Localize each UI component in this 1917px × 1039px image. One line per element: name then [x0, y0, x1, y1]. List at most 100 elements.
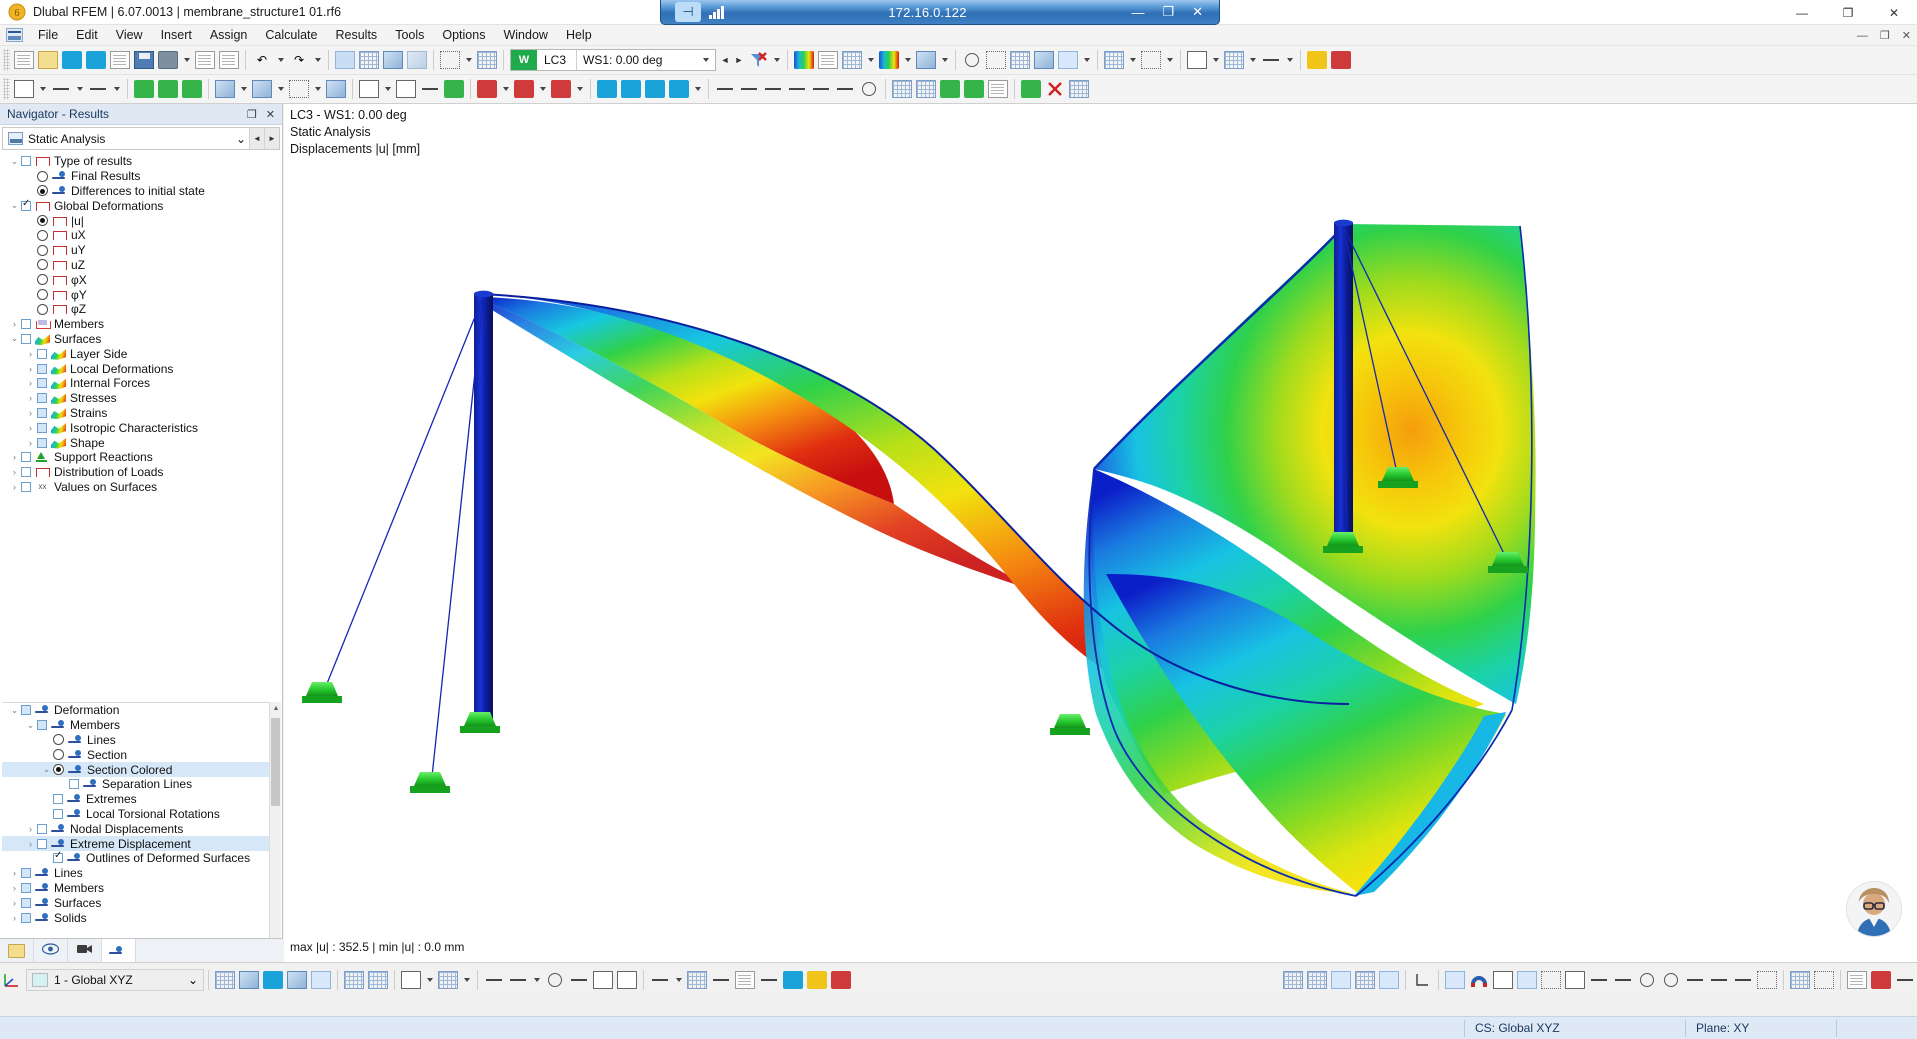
redo-dropdown-button[interactable]	[311, 48, 324, 72]
project-manager-button[interactable]	[108, 48, 132, 72]
tree-row[interactable]: |u|	[2, 213, 280, 228]
expand-chevron-icon[interactable]: ›	[24, 839, 37, 849]
tree-row[interactable]: ›Extreme Displacement	[2, 836, 280, 851]
stamp-button[interactable]	[829, 968, 853, 992]
rigid-link-button[interactable]	[418, 77, 442, 101]
view-presets-button[interactable]	[1056, 48, 1080, 72]
menu-item-view[interactable]: View	[107, 26, 152, 44]
new-surface-button[interactable]	[213, 77, 237, 101]
boundary-display-toggle[interactable]	[1812, 968, 1836, 992]
rdp-close-button[interactable]: ✕	[1192, 4, 1203, 20]
line-style-dropdown-button[interactable]	[672, 968, 685, 992]
expand-chevron-icon[interactable]: ›	[8, 898, 21, 908]
annotation-button[interactable]	[805, 968, 829, 992]
new-member-button[interactable]	[86, 77, 110, 101]
tree-row[interactable]: Outlines of Deformed Surfaces	[2, 851, 280, 866]
collapse-chevron-icon[interactable]: ⌄	[40, 764, 53, 775]
connect-lines-button[interactable]	[761, 77, 785, 101]
member-hinge-button[interactable]	[357, 77, 381, 101]
zoom-all-button[interactable]	[960, 48, 984, 72]
load-case-selector[interactable]: W LC3 WS1: 0.00 deg	[510, 49, 716, 71]
chevron-down-icon[interactable]: ⌄	[236, 132, 249, 146]
tree-checkbox[interactable]	[21, 482, 31, 492]
collapse-chevron-icon[interactable]: ⌄	[8, 200, 21, 211]
ortho-button[interactable]	[482, 968, 506, 992]
mesh-settings-button[interactable]	[890, 77, 914, 101]
text-button[interactable]	[733, 968, 757, 992]
tree-row[interactable]: ›Shape	[2, 435, 280, 450]
menu-item-help[interactable]: Help	[557, 26, 601, 44]
cloud-connect-button[interactable]	[60, 48, 84, 72]
expand-chevron-icon[interactable]: ›	[8, 868, 21, 878]
tab-results-navigator[interactable]	[102, 939, 136, 962]
tree-row[interactable]: ›Members	[2, 881, 280, 896]
rotate-button[interactable]	[1032, 48, 1056, 72]
new-fe-node-button[interactable]	[1353, 968, 1377, 992]
tree-checkbox[interactable]	[37, 423, 47, 433]
dots-display-button[interactable]	[1755, 968, 1779, 992]
tree-row[interactable]: Separation Lines	[2, 777, 280, 792]
result-diagram-button[interactable]	[840, 48, 864, 72]
member-display-button[interactable]	[1587, 968, 1611, 992]
menu-item-results[interactable]: Results	[327, 26, 387, 44]
expand-chevron-icon[interactable]: ›	[8, 913, 21, 923]
new-line-button[interactable]	[49, 77, 73, 101]
expand-chevron-icon[interactable]: ›	[8, 452, 21, 462]
opening-display-button[interactable]	[1515, 968, 1539, 992]
render-solid-button[interactable]	[381, 48, 405, 72]
section-view-button[interactable]	[1869, 968, 1893, 992]
support-display-button[interactable]	[1563, 968, 1587, 992]
tree-row[interactable]: ›Support Reactions	[2, 450, 280, 465]
line-load-dropdown-button[interactable]	[536, 77, 549, 101]
new-block-button[interactable]	[324, 77, 348, 101]
isolines-dropdown-button[interactable]	[901, 48, 914, 72]
new-opening-dropdown-button[interactable]	[311, 77, 324, 101]
sections-button[interactable]	[914, 48, 938, 72]
tree-row[interactable]: φZ	[2, 302, 280, 317]
member-hinge-dropdown-button[interactable]	[381, 77, 394, 101]
tree-radio-button[interactable]	[53, 764, 64, 775]
tree-checkbox[interactable]	[53, 794, 63, 804]
line-load-button[interactable]	[512, 77, 536, 101]
mdi-close-button[interactable]: ✕	[1902, 29, 1911, 42]
tree-checkbox[interactable]	[21, 705, 31, 715]
expand-chevron-icon[interactable]: ›	[24, 378, 37, 388]
tree-row[interactable]: Lines	[2, 733, 280, 748]
model-import-button[interactable]	[84, 48, 108, 72]
new-member-dropdown-button[interactable]	[110, 77, 123, 101]
tree-checkbox[interactable]	[21, 467, 31, 477]
new-solid-button[interactable]	[250, 77, 274, 101]
midpoint-snap-button[interactable]	[591, 968, 615, 992]
scale-dropdown-button[interactable]	[691, 77, 704, 101]
tree-row[interactable]: uX	[2, 228, 280, 243]
tree-row[interactable]: ⌄Members	[2, 718, 280, 733]
tree-checkbox[interactable]	[21, 898, 31, 908]
rotate-objects-button[interactable]	[643, 77, 667, 101]
tree-checkbox[interactable]	[37, 839, 47, 849]
display-tree-scrollbar[interactable]: ▲ ▼	[269, 702, 281, 966]
tree-row[interactable]: ›Stresses	[2, 391, 280, 406]
select-objects-button[interactable]	[438, 48, 462, 72]
tree-checkbox[interactable]	[37, 720, 47, 730]
open-model-button[interactable]	[36, 48, 60, 72]
move-copy-button[interactable]	[595, 77, 619, 101]
guidelines-dropdown-button[interactable]	[1283, 48, 1296, 72]
tree-checkbox[interactable]	[21, 913, 31, 923]
mesh-display-button[interactable]	[1281, 968, 1305, 992]
delete-objects-button[interactable]	[1043, 77, 1067, 101]
tree-row[interactable]: ⌄Global Deformations	[2, 198, 280, 213]
nodal-load-display-button[interactable]	[1707, 968, 1731, 992]
nodal-load-dropdown-button[interactable]	[499, 77, 512, 101]
coordinate-system-selector[interactable]: 1 - Global XYZ ⌄	[26, 969, 204, 991]
supports-display-button[interactable]	[1443, 968, 1467, 992]
snap-dropdown-button[interactable]	[1209, 48, 1222, 72]
menu-item-calculate[interactable]: Calculate	[256, 26, 326, 44]
tree-row[interactable]: Extremes	[2, 792, 280, 807]
mesh-quality-button[interactable]	[938, 77, 962, 101]
results-table-button[interactable]	[986, 77, 1010, 101]
tree-row[interactable]: ⌄Type of results	[2, 154, 280, 169]
clear-results-button[interactable]	[746, 48, 770, 72]
tree-row[interactable]: ›Distribution of Loads	[2, 465, 280, 480]
scroll-thumb[interactable]	[271, 718, 280, 806]
tree-row[interactable]: ›Nodal Displacements	[2, 821, 280, 836]
